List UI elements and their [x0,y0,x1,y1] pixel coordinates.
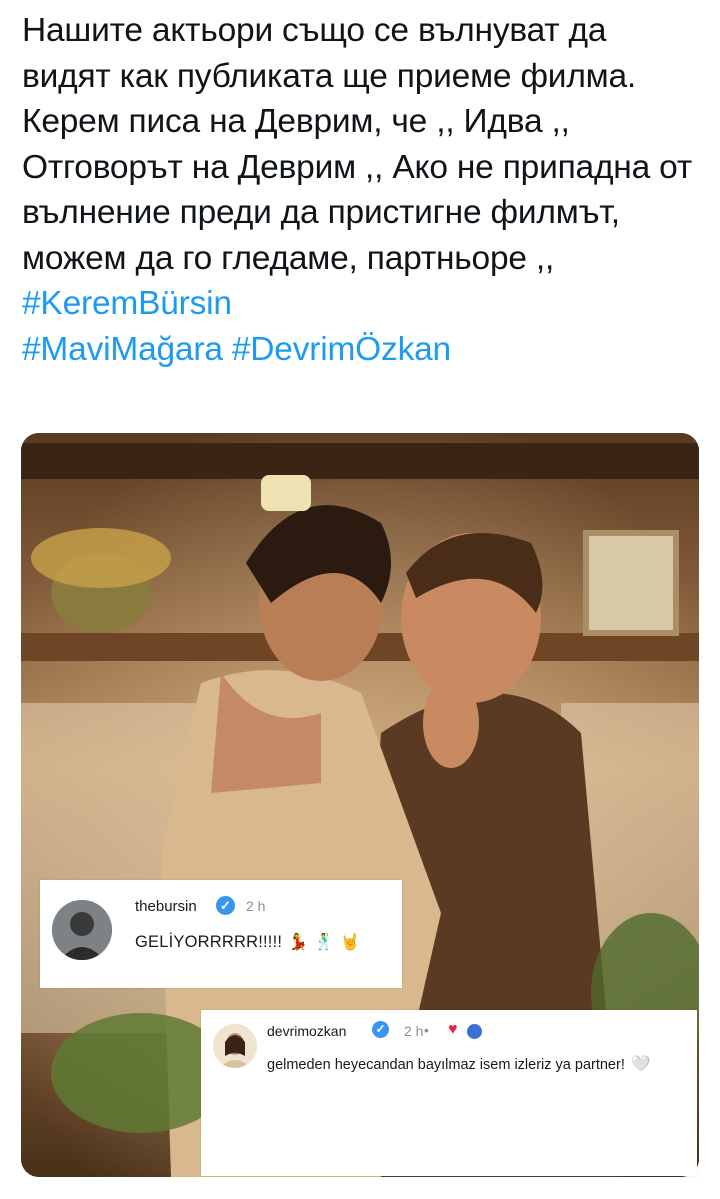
hashtag-kerembursin[interactable]: #KeremBürsin [22,285,232,322]
time-separator: • [424,1022,429,1038]
comment-text-container: GELİYORRRRR!!!!! 💃 🕺 🤘 [135,932,361,952]
hashtag-devrimozkan[interactable]: #DevrimÖzkan [232,331,451,368]
verified-badge-icon: ✓ [216,896,235,915]
comment-devrimozkan: devrimozkan ✓ 2 h • ♥ gelmeden heyecanda… [201,1010,697,1176]
rock-hand-emoji: 🤘 [340,934,361,951]
liker-avatar-icon [466,1023,483,1040]
dancing-man-emoji: 🕺 [314,934,335,951]
hashtag-mavimagara[interactable]: #MaviMağara [22,331,223,368]
avatar-devrimozkan[interactable] [213,1024,257,1068]
comment-username[interactable]: devrimozkan [267,1023,346,1039]
verified-badge-icon: ✓ [372,1021,389,1038]
liked-by-author-heart-icon: ♥ [448,1021,458,1038]
comment-text: GELİYORRRRR!!!!! [135,933,283,951]
dancing-woman-emoji: 💃 [288,934,309,951]
avatar-thebursin[interactable] [52,900,112,960]
comment-time: 2 h [246,898,266,914]
comment-time: 2 h [404,1023,424,1039]
comment-text: gelmeden heyecandan bayılmaz isem izleri… [267,1057,625,1073]
comment-username[interactable]: thebursin [135,898,197,915]
comment-thebursin: thebursin ✓ 2 h GELİYORRRRR!!!!! 💃 🕺 🤘 [40,880,402,988]
white-heart-emoji: 🤍 [630,1056,651,1073]
comment-text-container: gelmeden heyecandan bayılmaz isem izleri… [267,1055,677,1075]
tweet-text: Нашите актьори също се вълнуват да видят… [22,8,702,372]
tweet-body: Нашите актьори също се вълнуват да видят… [22,12,702,277]
